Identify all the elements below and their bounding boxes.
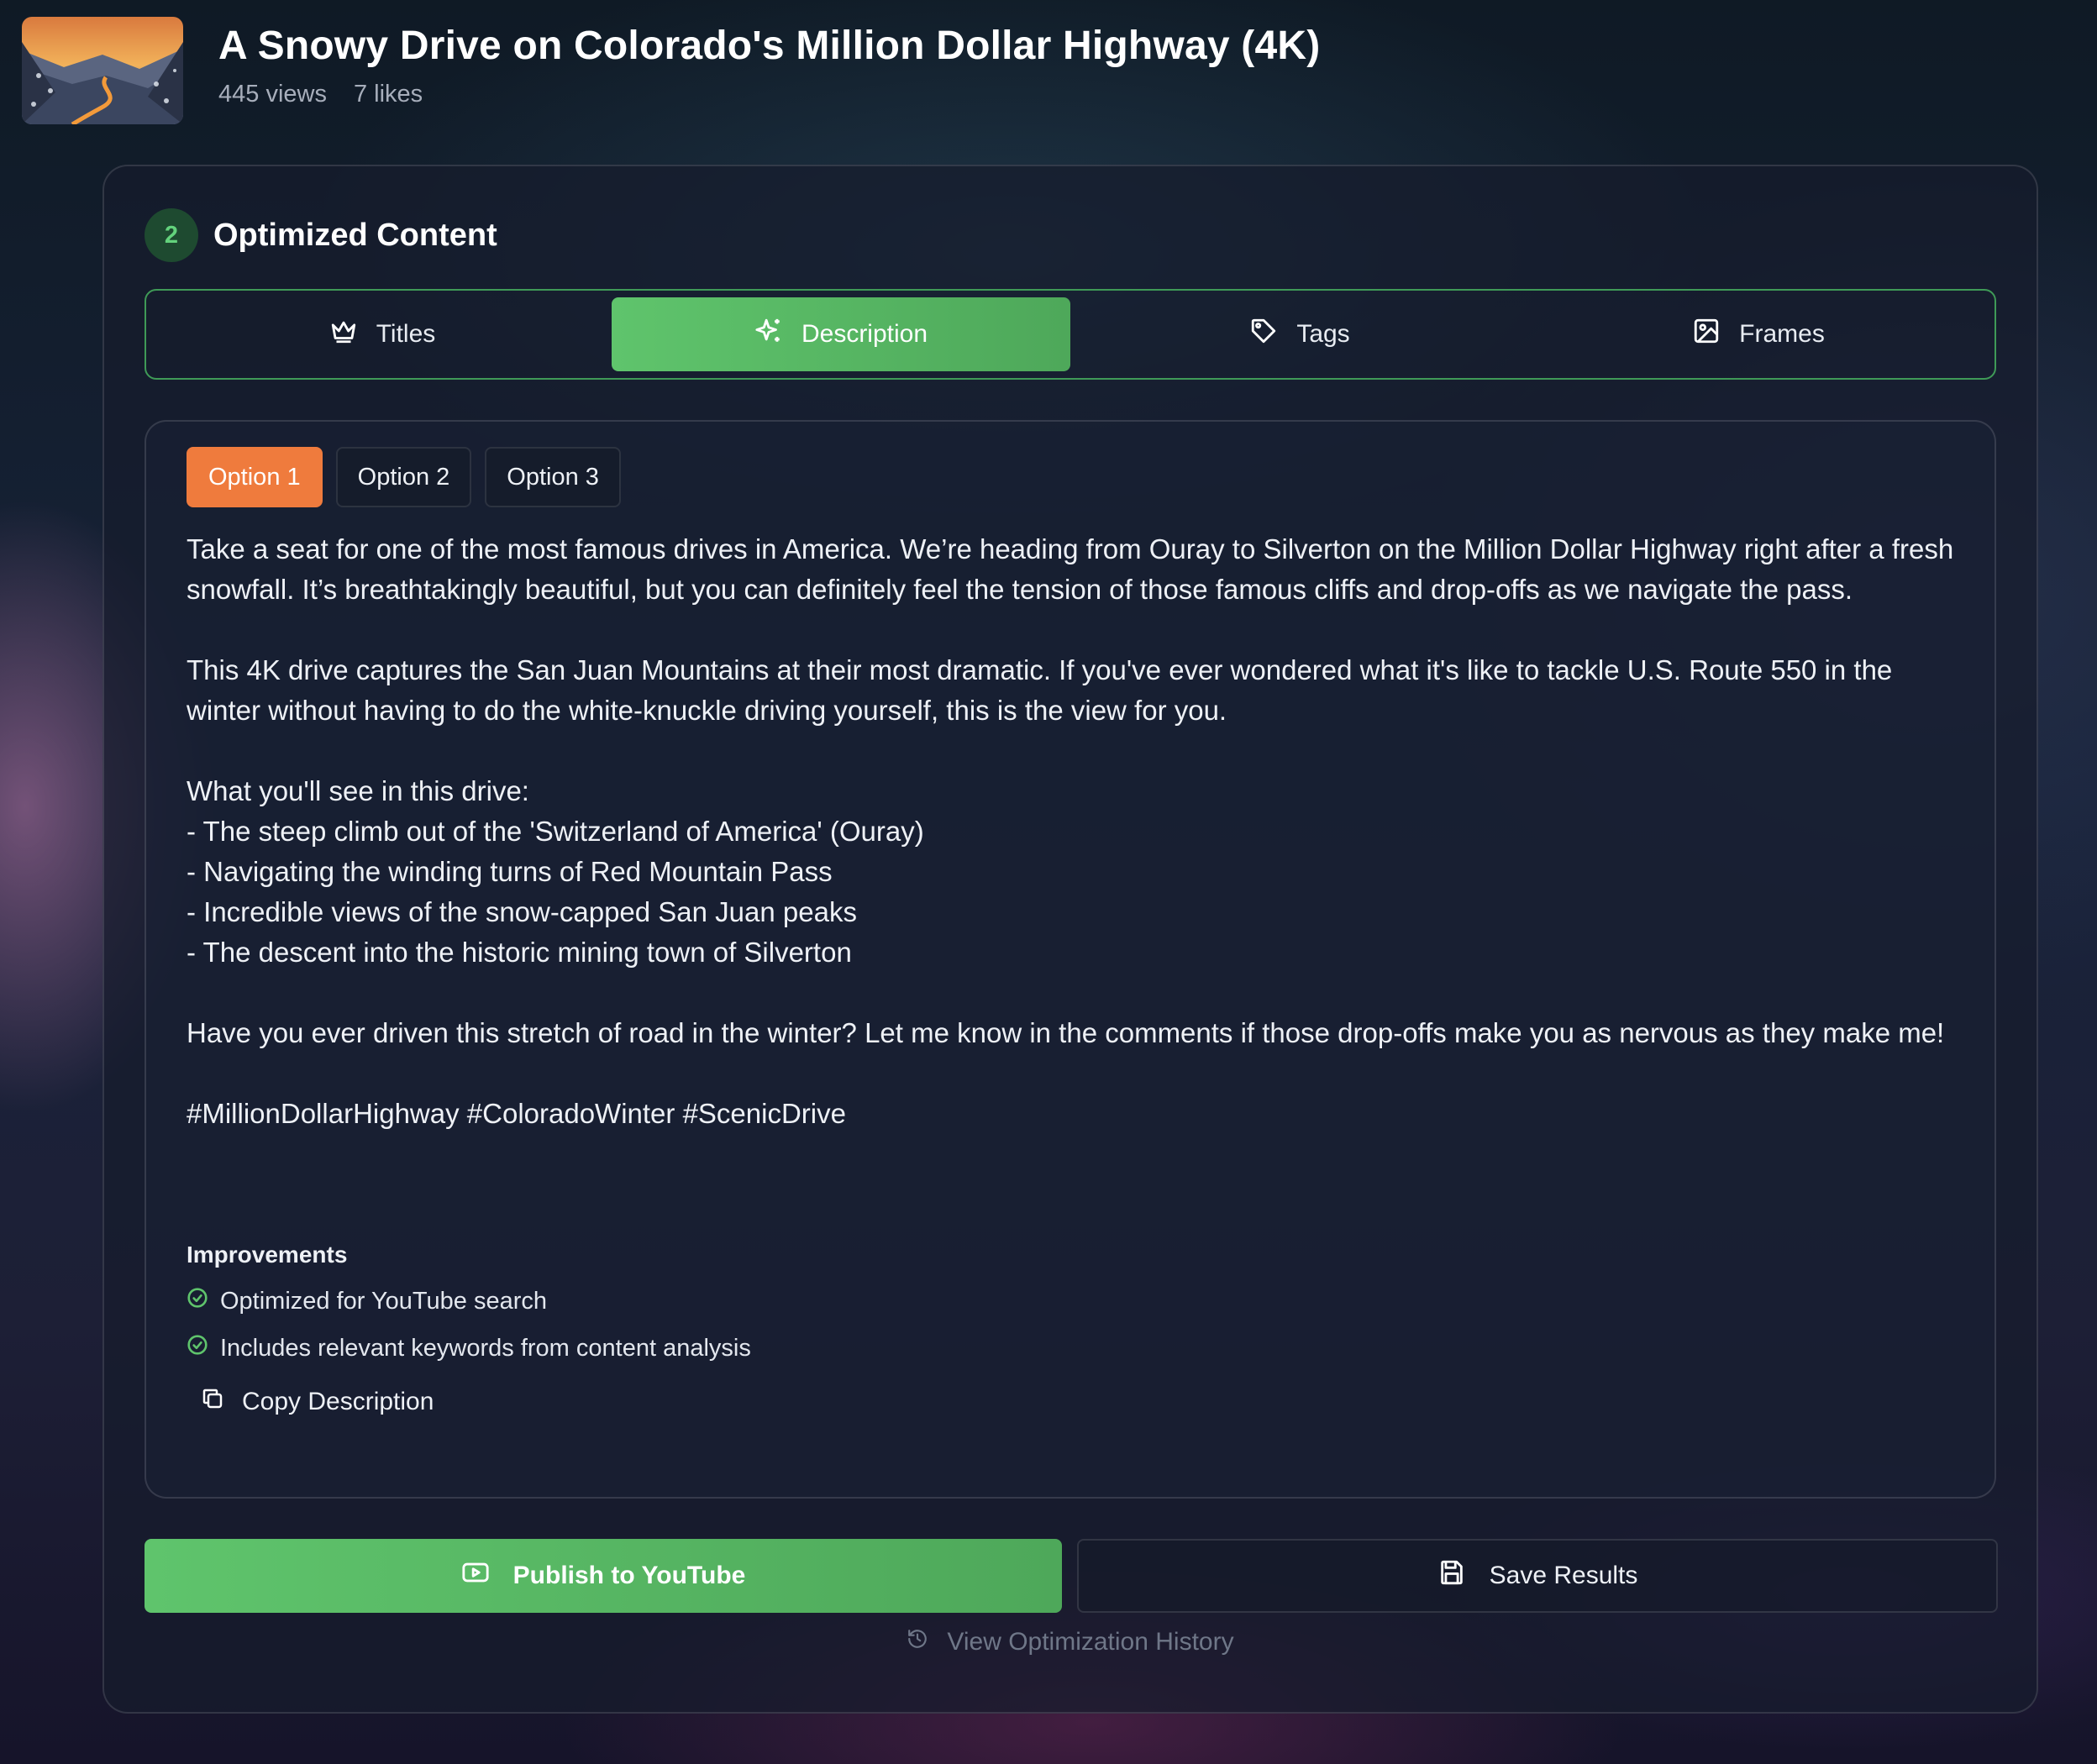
check-circle-icon xyxy=(187,1334,220,1362)
history-label: View Optimization History xyxy=(947,1628,1234,1656)
like-count: 7 likes xyxy=(353,81,423,108)
improvement-text: Includes relevant keywords from content … xyxy=(220,1334,751,1362)
video-title: A Snowy Drive on Colorado's Million Doll… xyxy=(218,24,1321,68)
step-badge: 2 xyxy=(145,208,198,262)
view-count: 445 views xyxy=(218,81,327,108)
copy-description-button[interactable]: Copy Description xyxy=(200,1386,434,1418)
option-2-button[interactable]: Option 2 xyxy=(335,447,472,507)
tab-label: Frames xyxy=(1739,320,1825,348)
image-icon xyxy=(1692,317,1721,352)
youtube-icon xyxy=(461,1558,490,1593)
save-results-button[interactable]: Save Results xyxy=(1077,1539,1998,1613)
copy-label: Copy Description xyxy=(242,1388,434,1415)
description-paragraph: Take a seat for one of the most famous d… xyxy=(187,533,1954,605)
option-1-button[interactable]: Option 1 xyxy=(187,447,323,507)
tab-tags[interactable]: Tags xyxy=(1070,297,1529,371)
content-tabs: Titles Description Tags Frames xyxy=(145,289,1996,380)
tag-icon xyxy=(1249,317,1278,352)
check-circle-icon xyxy=(187,1287,220,1315)
list-item: - The descent into the historic mining t… xyxy=(187,937,852,968)
description-paragraph: Have you ever driven this stretch of roa… xyxy=(187,1017,1945,1048)
improvement-item: Includes relevant keywords from content … xyxy=(187,1334,751,1362)
save-label: Save Results xyxy=(1489,1562,1638,1589)
video-header: A Snowy Drive on Colorado's Million Doll… xyxy=(22,17,1320,124)
description-hashtags: #MillionDollarHighway #ColoradoWinter #S… xyxy=(187,1098,846,1129)
publish-label: Publish to YouTube xyxy=(512,1562,746,1589)
view-history-link[interactable]: View Optimization History xyxy=(104,1628,2037,1656)
tab-description[interactable]: Description xyxy=(612,297,1070,371)
tab-frames[interactable]: Frames xyxy=(1529,297,1988,371)
save-icon xyxy=(1437,1558,1466,1593)
list-item: - The steep climb out of the 'Switzerlan… xyxy=(187,816,924,847)
section-header: 2 Optimized Content xyxy=(145,208,497,262)
list-item: - Navigating the winding turns of Red Mo… xyxy=(187,856,833,887)
optimized-content-panel: 2 Optimized Content Titles Description T… xyxy=(102,165,2038,1714)
improvements-title: Improvements xyxy=(187,1242,348,1268)
option-3-button[interactable]: Option 3 xyxy=(485,447,621,507)
improvement-text: Optimized for YouTube search xyxy=(220,1287,548,1315)
list-item: - Incredible views of the snow-capped Sa… xyxy=(187,896,857,927)
list-intro: What you'll see in this drive: xyxy=(187,775,529,806)
history-icon xyxy=(907,1628,928,1656)
option-selector: Option 1 Option 2 Option 3 xyxy=(187,447,621,507)
section-title: Optimized Content xyxy=(213,217,497,253)
tab-titles[interactable]: Titles xyxy=(153,297,612,371)
tab-label: Description xyxy=(801,320,928,348)
video-stats: 445 views 7 likes xyxy=(218,81,1320,108)
sparkles-icon xyxy=(754,317,783,352)
tab-label: Titles xyxy=(376,320,436,348)
copy-icon xyxy=(200,1386,225,1418)
description-paragraph: This 4K drive captures the San Juan Moun… xyxy=(187,654,1893,726)
description-card: Option 1 Option 2 Option 3 Take a seat f… xyxy=(145,420,1996,1499)
video-thumbnail[interactable] xyxy=(22,17,183,124)
description-list: What you'll see in this drive: - The ste… xyxy=(187,771,1968,973)
tab-label: Tags xyxy=(1296,320,1350,348)
crown-icon xyxy=(329,317,358,352)
description-text: Take a seat for one of the most famous d… xyxy=(187,529,1968,1134)
improvements-section: Improvements Optimized for YouTube searc… xyxy=(187,1242,751,1362)
publish-to-youtube-button[interactable]: Publish to YouTube xyxy=(145,1539,1062,1613)
improvement-item: Optimized for YouTube search xyxy=(187,1287,751,1315)
